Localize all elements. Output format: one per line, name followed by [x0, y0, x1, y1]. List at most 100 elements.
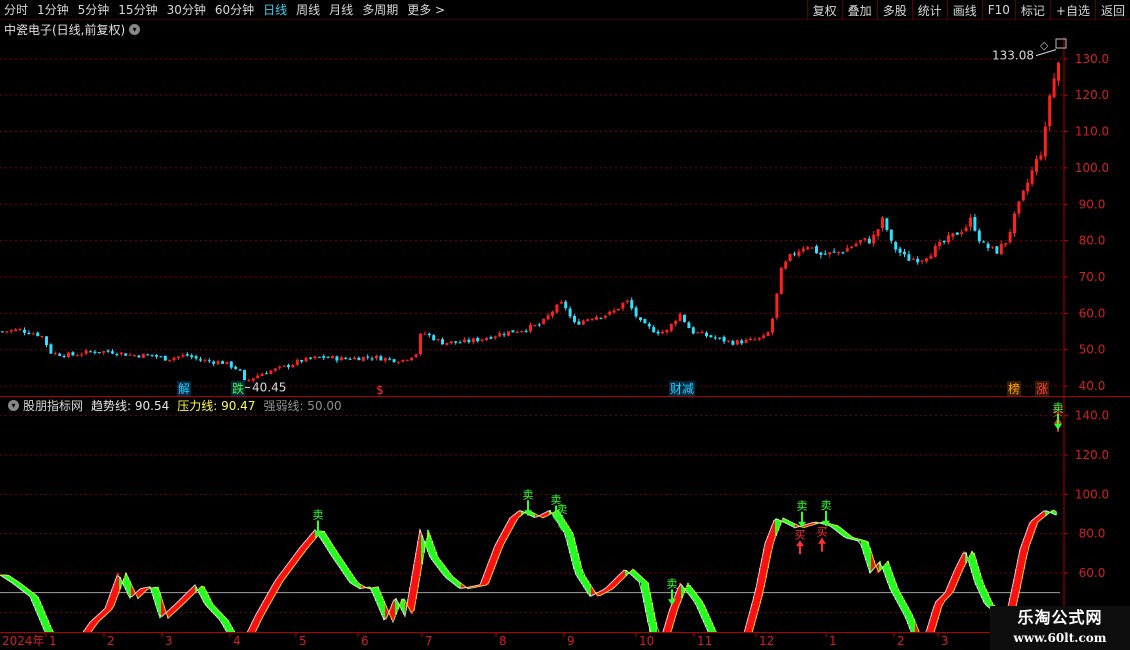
candle-body	[449, 341, 453, 344]
candle-body	[647, 323, 651, 327]
period-tab[interactable]: 15分钟	[118, 1, 157, 18]
candle-body	[590, 318, 594, 321]
candle-body	[119, 352, 123, 355]
candle-body	[603, 315, 607, 318]
candle-body	[172, 357, 176, 360]
candle-body	[784, 261, 788, 269]
candle-body	[894, 242, 898, 250]
indicator-chart[interactable]: 140.0120.0100.080.060.040.0买买买买买卖卖卖卖卖卖卖卖	[0, 396, 1130, 632]
candle-body	[683, 314, 686, 323]
period-tab[interactable]: 60分钟	[215, 1, 254, 18]
month-label: 5	[299, 634, 307, 648]
tool-button[interactable]: 叠加	[841, 0, 877, 20]
candle-body	[889, 229, 893, 241]
candle-body	[744, 339, 748, 343]
toolbar: 分时 1分钟 5分钟 15分钟 30分钟 60分钟 日线 周线 月线 多周期 更多 > 复权 叠加 多股…	[0, 0, 1130, 20]
candle-body	[115, 354, 119, 356]
candlestick-chart[interactable]: 130.0 120.0 110.0 100.0 90.0 80.0 70.0 60.0 50.0…	[0, 37, 1130, 397]
tool-button[interactable]: +自选	[1049, 0, 1095, 20]
candle-body	[489, 337, 493, 339]
tool-button[interactable]: 多股	[876, 0, 912, 20]
candle-body	[45, 336, 48, 346]
period-tab[interactable]: 更多 >	[407, 1, 445, 18]
period-tab[interactable]: 日线	[263, 1, 287, 18]
candle-body	[969, 217, 972, 227]
candle-body	[414, 354, 418, 357]
candle-body	[1048, 95, 1052, 127]
tool-button[interactable]: 画线	[946, 0, 982, 20]
candle-body	[331, 356, 334, 359]
candle-body	[62, 356, 66, 358]
stock-title[interactable]: 中瓷电子(日线,前复权)	[4, 21, 125, 38]
period-tab[interactable]: 30分钟	[167, 1, 206, 18]
candle-body	[366, 356, 370, 358]
candle-body	[533, 324, 537, 326]
candle-body	[863, 238, 867, 240]
candle-body	[617, 308, 620, 311]
candle-body	[507, 331, 510, 336]
candle-body	[106, 350, 110, 352]
candle-body	[317, 356, 321, 358]
price-tick-label: 50.0	[1079, 343, 1106, 357]
candle-body	[1057, 62, 1060, 81]
tool-button[interactable]: F10	[981, 0, 1015, 20]
candle-body	[537, 324, 541, 326]
candle-body	[273, 368, 277, 371]
tool-button[interactable]: 返回	[1094, 0, 1130, 20]
candle-body	[991, 246, 994, 248]
month-label: 9	[567, 634, 575, 648]
candle-body	[5, 331, 9, 333]
period-tab[interactable]: 分时	[4, 1, 28, 18]
candle-body	[229, 361, 233, 368]
candle-body	[225, 361, 229, 364]
candle-body	[749, 338, 752, 340]
candle-body	[1021, 190, 1025, 201]
candle-body	[441, 339, 444, 345]
candle-body	[260, 373, 264, 376]
tool-button[interactable]: 统计	[911, 0, 947, 20]
candle-body	[133, 355, 136, 357]
candle-body	[762, 335, 766, 338]
candle-body	[960, 232, 964, 234]
toolbar-tools: 复权 叠加 多股 统计 画线 F10 标记 +自选 返回	[806, 0, 1130, 20]
watermark-site-name: 乐淘公式网	[1017, 608, 1103, 627]
period-tab[interactable]: 周线	[296, 1, 320, 18]
candle-body	[564, 301, 568, 309]
candle-body	[515, 331, 519, 333]
candle-body	[524, 330, 528, 332]
candle-body	[432, 335, 436, 341]
tool-button[interactable]: 标记	[1014, 0, 1050, 20]
candle-body	[595, 317, 598, 320]
buy-signal: 买	[795, 528, 806, 541]
candle-body	[705, 332, 708, 337]
chevron-down-icon[interactable]: ▾	[129, 24, 141, 35]
event-marker: 榜	[1008, 381, 1020, 396]
price-tick-label: 80.0	[1079, 234, 1106, 248]
period-tab[interactable]: 多周期	[362, 1, 398, 18]
candle-body	[740, 340, 744, 344]
candle-body	[832, 251, 836, 253]
candle-body	[291, 364, 295, 368]
period-tabs: 分时 1分钟 5分钟 15分钟 30分钟 60分钟 日线 周线 月线 多周期 更多 >	[0, 0, 454, 20]
candle-body	[326, 357, 330, 359]
candle-body	[353, 357, 356, 360]
period-tab[interactable]: 1分钟	[37, 1, 69, 18]
price-tick-label: 40.0	[1079, 379, 1106, 393]
candle-body	[674, 320, 678, 325]
price-tick-label: 110.0	[1075, 125, 1109, 139]
candle-body	[234, 366, 238, 369]
candle-body	[876, 229, 880, 237]
candle-body	[1017, 201, 1021, 214]
tool-button[interactable]: 复权	[806, 0, 842, 20]
candle-body	[163, 355, 167, 361]
candle-body	[207, 360, 211, 362]
month-label: 12	[759, 634, 774, 648]
period-tab[interactable]: 5分钟	[78, 1, 110, 18]
candle-body	[630, 300, 634, 309]
candle-body	[370, 358, 374, 360]
candle-body	[819, 252, 823, 255]
candle-body	[581, 320, 585, 325]
period-tab[interactable]: 月线	[329, 1, 353, 18]
candle-body	[75, 355, 79, 357]
candle-body	[801, 248, 805, 252]
